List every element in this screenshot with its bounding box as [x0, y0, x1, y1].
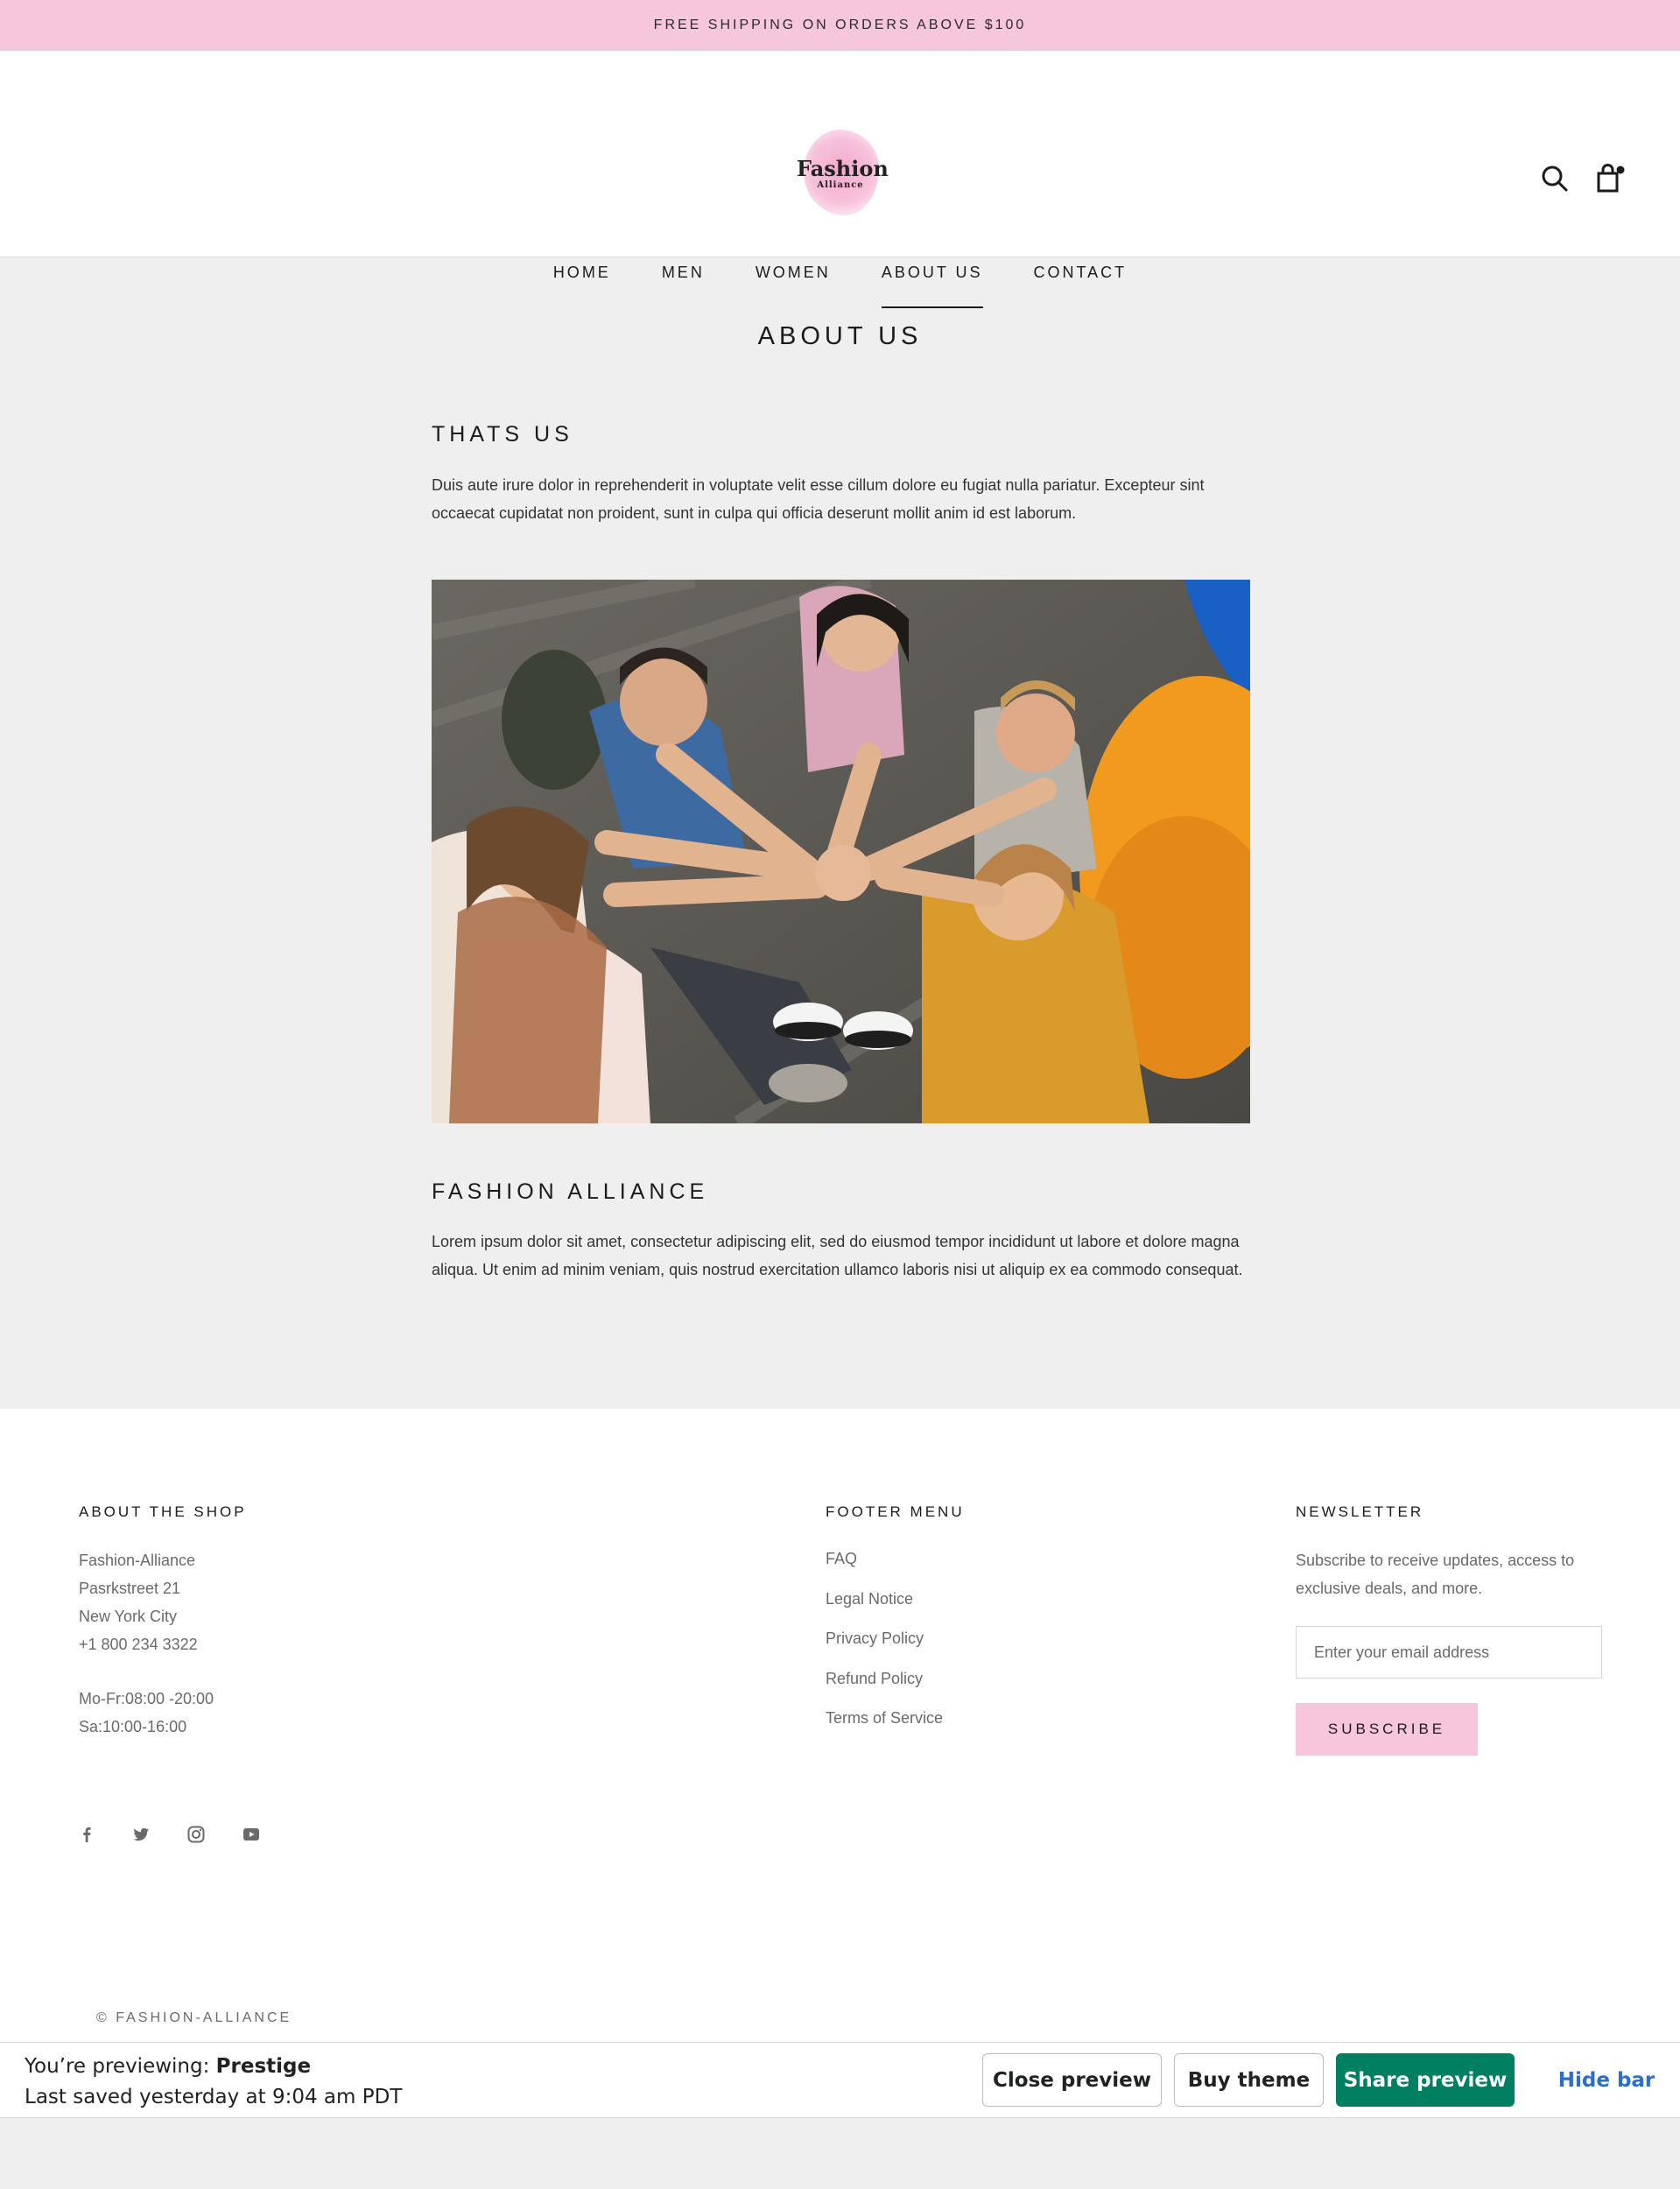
- section-heading-fashion-alliance: FASHION ALLIANCE: [432, 1179, 709, 1204]
- announcement-bar: FREE SHIPPING ON ORDERS ABOVE $100: [0, 0, 1680, 51]
- footer-address: Fashion-Alliance Pasrkstreet 21 New York…: [79, 1546, 198, 1658]
- buy-theme-button[interactable]: Buy theme: [1174, 2053, 1324, 2107]
- footer-phone: +1 800 234 3322: [79, 1636, 198, 1653]
- logo-text-line1: Fashion: [797, 156, 889, 181]
- footer-address-line: Pasrkstreet 21: [79, 1580, 181, 1597]
- copyright-text: © FASHION-ALLIANCE: [96, 2010, 292, 2025]
- theme-preview-bar: You’re previewing: Prestige Last saved y…: [0, 2042, 1680, 2118]
- footer-link-terms-of-service[interactable]: Terms of Service: [826, 1699, 943, 1739]
- section-text-fashion-alliance: Lorem ipsum dolor sit amet, consectetur …: [432, 1233, 1243, 1278]
- shopping-bag-icon[interactable]: [1594, 163, 1626, 194]
- footer-heading-newsletter: NEWSLETTER: [1296, 1503, 1424, 1520]
- previewing-label: You’re previewing: Prestige: [25, 2055, 311, 2078]
- previewing-prefix: You’re previewing:: [25, 2055, 216, 2078]
- footer-hours-line: Mo-Fr:08:00 -20:00: [79, 1690, 214, 1707]
- footer-address-line: Fashion-Alliance: [79, 1552, 196, 1569]
- newsletter-email-input[interactable]: [1296, 1626, 1602, 1679]
- footer-hours-line: Sa:10:00-16:00: [79, 1718, 187, 1735]
- last-saved-text: Last saved yesterday at 9:04 am PDT: [25, 2086, 403, 2108]
- instagram-icon[interactable]: [186, 1824, 207, 1845]
- section-text-thats-us: Duis aute irure dolor in reprehenderit i…: [432, 476, 1205, 522]
- footer-link-faq[interactable]: FAQ: [826, 1539, 943, 1580]
- team-photo: [432, 580, 1250, 1123]
- site-header: Fashion Alliance HOME MEN WOMEN ABOUT US…: [0, 51, 1680, 308]
- page-title: ABOUT US: [757, 322, 923, 350]
- close-preview-button[interactable]: Close preview: [982, 2053, 1162, 2107]
- footer-hours: Mo-Fr:08:00 -20:00 Sa:10:00-16:00: [79, 1685, 214, 1741]
- footer-link-refund-policy[interactable]: Refund Policy: [826, 1659, 943, 1700]
- announcement-text: FREE SHIPPING ON ORDERS ABOVE $100: [653, 18, 1027, 32]
- share-preview-button[interactable]: Share preview: [1336, 2053, 1515, 2107]
- footer-heading-menu: FOOTER MENU: [826, 1503, 965, 1520]
- subscribe-button[interactable]: SUBSCRIBE: [1296, 1703, 1478, 1756]
- section-heading-thats-us: THATS US: [432, 422, 573, 447]
- twitter-icon[interactable]: [130, 1824, 151, 1845]
- logo-text-line2: Alliance: [817, 180, 864, 190]
- store-logo[interactable]: Fashion Alliance: [797, 130, 889, 217]
- footer-heading-about: ABOUT THE SHOP: [79, 1503, 247, 1520]
- youtube-icon[interactable]: [241, 1824, 262, 1845]
- newsletter-text: Subscribe to receive updates, access to …: [1296, 1552, 1575, 1597]
- footer-menu-links: FAQ Legal Notice Privacy Policy Refund P…: [826, 1539, 943, 1739]
- search-icon[interactable]: [1539, 163, 1571, 194]
- footer-link-privacy-policy[interactable]: Privacy Policy: [826, 1619, 943, 1659]
- facebook-icon[interactable]: [76, 1824, 97, 1845]
- footer-link-legal-notice[interactable]: Legal Notice: [826, 1580, 943, 1620]
- footer-address-line: New York City: [79, 1608, 178, 1625]
- hide-bar-button[interactable]: Hide bar: [1541, 2053, 1672, 2107]
- theme-name: Prestige: [215, 2055, 312, 2078]
